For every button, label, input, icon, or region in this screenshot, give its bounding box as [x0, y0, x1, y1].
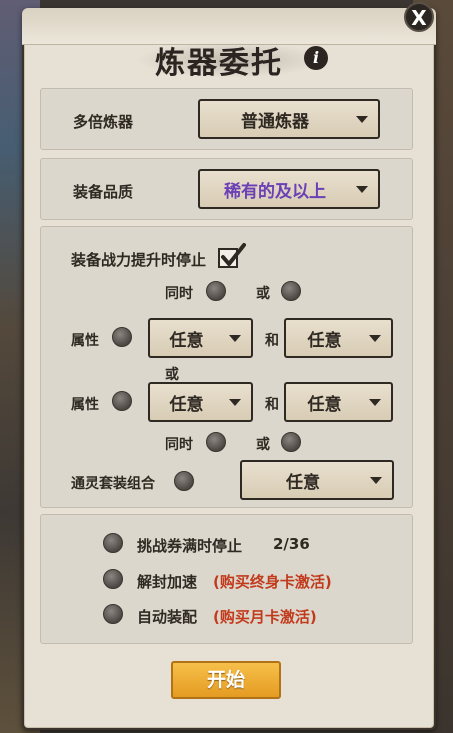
or-radio-1[interactable] — [281, 281, 301, 301]
unseal-speedup-hint: (购买终身卡激活) — [213, 573, 332, 591]
chevron-down-icon — [369, 399, 381, 406]
attr-radio-2[interactable] — [112, 391, 132, 411]
attr-2-value-a: 任意 — [169, 394, 204, 415]
quality-value: 稀有的及以上 — [224, 181, 326, 202]
dialog-header: 炼器委托 i — [0, 34, 453, 84]
stop-conditions-section: 装备战力提升时停止 同时 或 属性 任意 和 任意 或 属性 任意 和 任意 同… — [40, 226, 413, 508]
auto-equip-hint: (购买月卡激活) — [213, 608, 317, 626]
attr-radio-1[interactable] — [112, 327, 132, 347]
challenge-count: 2/36 — [273, 535, 310, 553]
multi-refine-dropdown[interactable]: 普通炼器 — [198, 99, 380, 139]
quality-label: 装备品质 — [73, 183, 134, 201]
challenge-full-radio[interactable] — [103, 533, 123, 553]
spirit-set-dropdown[interactable]: 任意 — [240, 460, 394, 500]
stop-on-power-up-label: 装备战力提升时停止 — [71, 251, 207, 269]
spirit-set-radio[interactable] — [174, 471, 194, 491]
chevron-down-icon — [356, 116, 368, 123]
spirit-set-value: 任意 — [286, 472, 320, 493]
chevron-down-icon — [229, 335, 241, 342]
chevron-down-icon — [229, 399, 241, 406]
attr-label-2: 属性 — [71, 397, 99, 413]
or-label-1: 或 — [256, 286, 270, 302]
or-label-2: 或 — [165, 367, 179, 383]
quality-section: 装备品质 稀有的及以上 — [40, 158, 413, 220]
info-icon[interactable]: i — [304, 46, 328, 70]
attr-1-dropdown-a[interactable]: 任意 — [148, 318, 253, 358]
attr-2-dropdown-b[interactable]: 任意 — [284, 382, 393, 422]
and-label-1: 和 — [265, 333, 279, 349]
attr-1-value-b: 任意 — [307, 330, 342, 351]
auto-equip-label: 自动装配 — [137, 608, 198, 626]
dialog-title: 炼器委托 — [155, 46, 283, 81]
spirit-set-label: 通灵套装组合 — [71, 476, 155, 492]
and-label-2: 和 — [265, 397, 279, 413]
same-time-radio-1[interactable] — [206, 281, 226, 301]
close-button[interactable]: X — [404, 2, 434, 32]
chevron-down-icon — [356, 186, 368, 193]
challenge-full-label: 挑战券满时停止 — [137, 537, 243, 555]
attr-2-dropdown-a[interactable]: 任意 — [148, 382, 253, 422]
stop-on-power-up-checkbox[interactable] — [217, 241, 247, 271]
same-time-radio-2[interactable] — [206, 432, 226, 452]
chevron-down-icon — [369, 335, 381, 342]
or-label-3: 或 — [256, 437, 270, 453]
checkmark-icon — [218, 243, 246, 268]
or-radio-2[interactable] — [281, 432, 301, 452]
same-time-label-1: 同时 — [165, 286, 193, 302]
options-section: 挑战券满时停止 2/36 解封加速 (购买终身卡激活) 自动装配 (购买月卡激活… — [40, 514, 413, 644]
attr-1-dropdown-b[interactable]: 任意 — [284, 318, 393, 358]
auto-equip-radio[interactable] — [103, 604, 123, 624]
attr-1-value-a: 任意 — [169, 330, 204, 351]
multi-refine-label: 多倍炼器 — [73, 113, 134, 131]
same-time-label-2: 同时 — [165, 437, 193, 453]
chevron-down-icon — [370, 477, 382, 484]
attr-label-1: 属性 — [71, 333, 99, 349]
multi-refine-section: 多倍炼器 普通炼器 — [40, 88, 413, 150]
quality-dropdown[interactable]: 稀有的及以上 — [198, 169, 380, 209]
attr-2-value-b: 任意 — [307, 394, 342, 415]
unseal-speedup-label: 解封加速 — [137, 573, 198, 591]
unseal-speedup-radio[interactable] — [103, 569, 123, 589]
multi-refine-value: 普通炼器 — [241, 111, 309, 132]
start-button[interactable]: 开始 — [171, 661, 281, 699]
